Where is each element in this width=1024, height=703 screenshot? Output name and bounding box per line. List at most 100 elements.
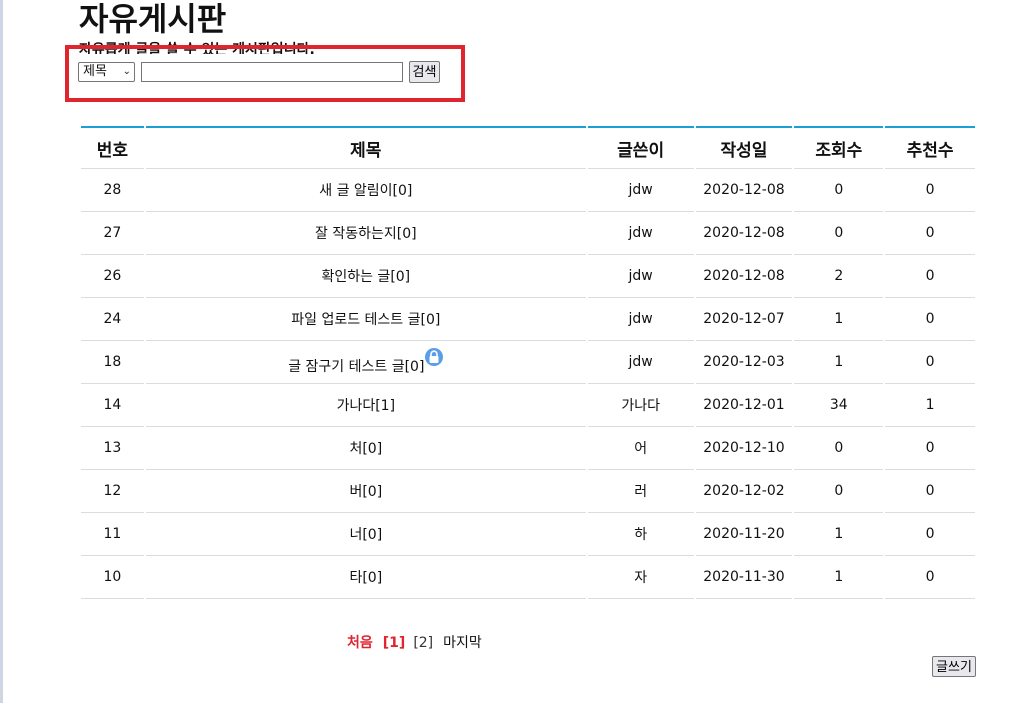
post-title-link[interactable]: 파일 업로드 테스트 글 (291, 312, 420, 328)
cell-no: 27 (81, 212, 144, 255)
cell-likes: 0 (885, 212, 975, 255)
write-post-button[interactable]: 글쓰기 (932, 656, 976, 677)
post-title-link[interactable]: 글 잠구기 테스트 글 (288, 359, 404, 375)
cell-no: 14 (81, 384, 144, 427)
cell-date: 2020-12-07 (695, 298, 793, 341)
cell-likes: 0 (885, 341, 975, 384)
post-title-link[interactable]: 타 (349, 570, 362, 586)
cell-date: 2020-12-03 (695, 341, 793, 384)
cell-views: 0 (794, 470, 884, 513)
cell-author: 하 (587, 513, 694, 556)
pagination-page-2[interactable]: [2] (413, 635, 433, 651)
comment-count: [0] (390, 269, 411, 285)
post-title-link[interactable]: 확인하는 글 (321, 269, 390, 285)
cell-views: 1 (794, 513, 884, 556)
cell-date: 2020-12-10 (695, 427, 793, 470)
cell-views: 2 (794, 255, 884, 298)
cell-title: 너[0] (145, 513, 586, 556)
table-header-row: 번호 제목 글쓴이 작성일 조회수 추천수 (81, 126, 975, 169)
cell-author: jdw (587, 169, 694, 212)
cell-author: 러 (587, 470, 694, 513)
column-header-title: 제목 (145, 126, 586, 169)
cell-date: 2020-12-02 (695, 470, 793, 513)
cell-title: 타[0] (145, 556, 586, 599)
cell-author: jdw (587, 298, 694, 341)
table-row: 14 가나다[1] 가나다 2020-12-01 34 1 (81, 384, 975, 427)
cell-date: 2020-12-01 (695, 384, 793, 427)
pagination-first[interactable]: 처음 (347, 635, 373, 651)
comment-count: [0] (404, 359, 425, 375)
pagination-last[interactable]: 마지막 (443, 635, 482, 651)
left-edge-rule (0, 0, 3, 703)
cell-views: 34 (794, 384, 884, 427)
cell-no: 11 (81, 513, 144, 556)
comment-count: [0] (362, 484, 383, 500)
cell-author: 어 (587, 427, 694, 470)
table-row: 12 버[0] 러 2020-12-02 0 0 (81, 470, 975, 513)
cell-no: 18 (81, 341, 144, 384)
cell-date: 2020-12-08 (695, 169, 793, 212)
cell-views: 0 (794, 169, 884, 212)
table-row: 13 처[0] 어 2020-12-10 0 0 (81, 427, 975, 470)
cell-no: 26 (81, 255, 144, 298)
cell-likes: 0 (885, 470, 975, 513)
comment-count: [0] (362, 527, 383, 543)
cell-views: 0 (794, 212, 884, 255)
cell-likes: 1 (885, 384, 975, 427)
cell-title: 잘 작동하는지[0] (145, 212, 586, 255)
cell-views: 1 (794, 341, 884, 384)
cell-likes: 0 (885, 255, 975, 298)
comment-count: [0] (396, 226, 417, 242)
search-field-select[interactable]: 제목 ⌄ (78, 62, 135, 82)
cell-date: 2020-11-20 (695, 513, 793, 556)
cell-author: 가나다 (587, 384, 694, 427)
page-title: 자유게시판 (79, 0, 227, 38)
cell-likes: 0 (885, 169, 975, 212)
comment-count: [0] (392, 183, 413, 199)
cell-author: jdw (587, 341, 694, 384)
cell-date: 2020-11-30 (695, 556, 793, 599)
cell-date: 2020-12-08 (695, 255, 793, 298)
pagination: 처음 [1] [2] 마지막 (347, 634, 482, 652)
table-row: 11 너[0] 하 2020-11-20 1 0 (81, 513, 975, 556)
cell-author: jdw (587, 255, 694, 298)
cell-likes: 0 (885, 556, 975, 599)
cell-likes: 0 (885, 298, 975, 341)
cell-date: 2020-12-08 (695, 212, 793, 255)
post-title-link[interactable]: 처 (349, 441, 362, 457)
table-row: 24 파일 업로드 테스트 글[0] jdw 2020-12-07 1 0 (81, 298, 975, 341)
pagination-page-1[interactable]: [1] (383, 635, 406, 651)
cell-title: 가나다[1] (145, 384, 586, 427)
table-row: 27 잘 작동하는지[0] jdw 2020-12-08 0 0 (81, 212, 975, 255)
column-header-no: 번호 (81, 126, 144, 169)
search-field-selected: 제목 (83, 64, 107, 79)
cell-title: 글 잠구기 테스트 글[0] (145, 341, 586, 384)
comment-count: [0] (420, 312, 441, 328)
comment-count: [0] (362, 570, 383, 586)
post-title-link[interactable]: 버 (349, 484, 362, 500)
comment-count: [0] (362, 441, 383, 457)
cell-views: 0 (794, 427, 884, 470)
board-body: 28 새 글 알림이[0] jdw 2020-12-08 0 0 27 잘 작동하는지[0] j… (81, 169, 975, 599)
comment-count: [1] (375, 398, 396, 414)
column-header-likes: 추천수 (885, 126, 975, 169)
column-header-views: 조회수 (794, 126, 884, 169)
post-title-link[interactable]: 잘 작동하는지 (315, 226, 397, 242)
search-button[interactable]: 검색 (409, 61, 440, 83)
column-header-date: 작성일 (695, 126, 793, 169)
lock-icon (425, 348, 444, 366)
table-row: 28 새 글 알림이[0] jdw 2020-12-08 0 0 (81, 169, 975, 212)
post-title-link[interactable]: 새 글 알림이 (319, 183, 392, 199)
cell-no: 28 (81, 169, 144, 212)
cell-title: 처[0] (145, 427, 586, 470)
post-title-link[interactable]: 너 (349, 527, 362, 543)
cell-views: 1 (794, 298, 884, 341)
cell-title: 파일 업로드 테스트 글[0] (145, 298, 586, 341)
board-table: 번호 제목 글쓴이 작성일 조회수 추천수 28 새 글 알림이[0] jdw 202… (79, 126, 977, 599)
cell-title: 새 글 알림이[0] (145, 169, 586, 212)
table-row: 26 확인하는 글[0] jdw 2020-12-08 2 0 (81, 255, 975, 298)
search-input[interactable] (141, 62, 403, 82)
post-title-link[interactable]: 가나다 (337, 398, 376, 414)
chevron-down-icon: ⌄ (122, 66, 131, 77)
table-row: 10 타[0] 자 2020-11-30 1 0 (81, 556, 975, 599)
